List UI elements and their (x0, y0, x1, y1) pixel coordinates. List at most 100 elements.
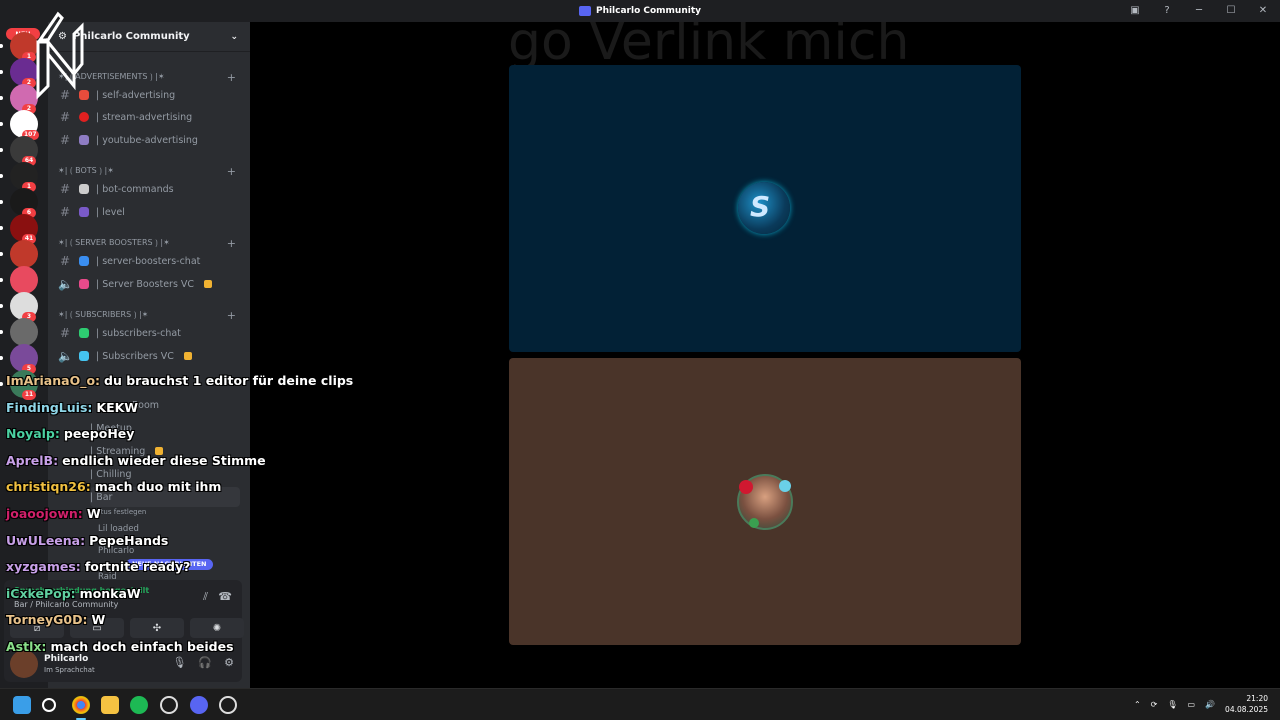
chat-message: xyzgames: fortnite ready? (6, 559, 190, 574)
sync-icon[interactable]: ⟳ (1151, 700, 1158, 709)
user-avatar[interactable] (10, 650, 38, 678)
channel-label: | self-advertising (96, 89, 176, 101)
soundboard-icon: ✺ (212, 622, 222, 634)
tray-microphone-icon[interactable]: 🎙 (1167, 700, 1177, 709)
chat-username: FindingLuis: (6, 399, 93, 415)
chat-username: christiqn26: (6, 479, 91, 495)
channel-self-advertising[interactable]: # | self-advertising (58, 85, 240, 105)
channel-stream-advertising[interactable]: # | stream-advertising (58, 107, 240, 127)
user-status: Im Sprachchat (44, 666, 95, 674)
ticket-icon (79, 328, 89, 338)
category-advertisements[interactable]: ✶| ⟮ ADVERTISEMENTS ⟯ |✶ + (58, 70, 240, 84)
user-controls: 🎙 🎧 ⚙ (172, 656, 234, 669)
server-unread-pip (0, 252, 3, 256)
green-flower-icon (749, 518, 759, 528)
chat-text: mach doch einfach beides (50, 639, 234, 654)
chat-username: UwULeena: (6, 532, 86, 548)
help-icon[interactable]: ? (1160, 3, 1174, 17)
steam-icon[interactable] (160, 696, 178, 714)
channel-server-boosters-vc[interactable]: 🔈 | Server Boosters VC (58, 274, 240, 294)
server-icon[interactable] (10, 240, 38, 268)
participant-avatar-1: S (738, 182, 790, 234)
chat-username: Noyalp: (6, 426, 60, 442)
server-unread-pip (0, 174, 3, 178)
chat-message: UwULeena: PepeHands (6, 533, 168, 548)
category-server-boosters[interactable]: ✶| ⟮ SERVER BOOSTERS ⟯ |✶ + (58, 236, 240, 250)
channel-label: | stream-advertising (96, 111, 193, 123)
channel-label: | server-boosters-chat (96, 255, 201, 267)
hash-icon: # (59, 182, 71, 196)
participant-tile-2[interactable] (509, 358, 1021, 645)
speaker-icon: 🔈 (58, 349, 73, 363)
disconnect-icon[interactable]: ☎ (218, 590, 232, 603)
maximize-button[interactable]: ☐ (1224, 3, 1238, 17)
category-label: ✶| ⟮ SUBSCRIBERS ⟯ |✶ (58, 310, 149, 319)
red-circle-icon (79, 112, 89, 122)
add-channel-icon[interactable]: + (227, 165, 236, 178)
lock-icon (204, 280, 213, 288)
channel-label: | level (96, 206, 125, 218)
server-unread-pip (0, 200, 3, 204)
channel-label: | bot-commands (96, 183, 174, 195)
participant-tile-1[interactable]: S (509, 65, 1021, 352)
chat-text: fortnite ready? (84, 559, 191, 575)
windows-start-icon[interactable] (13, 696, 31, 714)
channel-youtube-advertising[interactable]: # | youtube-advertising (58, 130, 240, 150)
hash-icon: # (59, 110, 71, 124)
tray-overflow-icon[interactable]: ⌃ (1134, 700, 1141, 709)
category-bots[interactable]: ✶| ⟮ BOTS ⟯ |✶ + (58, 164, 240, 178)
volume-icon[interactable]: 🔊 (1205, 700, 1215, 709)
chat-message: ImArianaO_o: du brauchst 1 editor für dei… (6, 373, 353, 388)
channel-subscribers-vc[interactable]: 🔈 | Subscribers VC (58, 346, 240, 366)
channel-subscribers-chat[interactable]: # | subscribers-chat (58, 323, 240, 343)
chat-username: AprelB: (6, 452, 59, 468)
discord-icon[interactable] (190, 696, 208, 714)
chatgpt-icon[interactable] (219, 696, 237, 714)
add-channel-icon[interactable]: + (227, 237, 236, 250)
network-icon[interactable]: ▭ (1188, 700, 1196, 709)
voice-stage: go Verlink mich S (250, 22, 1280, 688)
clock-date: 04.08.2025 (1225, 705, 1268, 714)
close-button[interactable]: ✕ (1256, 3, 1270, 17)
noise-suppression-icon[interactable]: ⫽ (203, 590, 208, 604)
soundboard-button[interactable]: ✺ (190, 618, 244, 638)
server-unread-pip (0, 356, 3, 360)
chat-text: endlich wieder diese Stimme (62, 452, 266, 468)
headphones-icon[interactable]: 🎧 (198, 656, 212, 669)
channel-label: | Chilling (90, 468, 132, 480)
channel-bot-commands[interactable]: # | bot-commands (58, 179, 240, 199)
user-settings-icon[interactable]: ⚙ (224, 656, 234, 669)
activities-icon: ✣ (152, 622, 162, 634)
chat-message: iCxkePop: monkaW (6, 586, 141, 601)
channel-level[interactable]: # | level (58, 202, 240, 222)
channel-label: | youtube-advertising (96, 134, 198, 146)
file-explorer-icon[interactable] (101, 696, 119, 714)
add-channel-icon[interactable]: + (227, 71, 236, 84)
streamer-logo-overlay (36, 11, 84, 100)
chat-text: mach duo mit ihm (94, 479, 222, 495)
chat-text: du brauchst 1 editor für deine clips (104, 373, 354, 388)
search-icon[interactable] (42, 698, 56, 712)
category-subscribers[interactable]: ✶| ⟮ SUBSCRIBERS ⟯ |✶ + (58, 308, 240, 322)
window-title-group: Philcarlo Community (578, 6, 701, 16)
server-icon[interactable] (10, 266, 38, 294)
microphone-icon[interactable]: 🎙 (172, 656, 186, 669)
server-unread-pip (0, 122, 3, 126)
minimize-button[interactable]: ─ (1192, 3, 1206, 17)
activities-button[interactable]: ✣ (130, 618, 184, 638)
channel-server-boosters-chat[interactable]: # | server-boosters-chat (58, 251, 240, 271)
spotify-icon[interactable] (130, 696, 148, 714)
add-channel-icon[interactable]: + (227, 309, 236, 322)
clock[interactable]: 21:20 04.08.2025 (1225, 693, 1268, 715)
server-unread-pip (0, 278, 3, 282)
window-titlebar: Philcarlo Community ▣ ? ─ ☐ ✕ (0, 0, 1280, 22)
category-label: ✶| ⟮ SERVER BOOSTERS ⟯ |✶ (58, 238, 170, 247)
voice-channel-label[interactable]: Bar / Philcarlo Community (14, 600, 118, 609)
window-controls: ▣ ? ─ ☐ ✕ (1128, 3, 1270, 17)
chat-message: FindingLuis: KEKW (6, 400, 138, 415)
chrome-icon[interactable] (72, 696, 90, 720)
server-icon[interactable] (10, 318, 38, 346)
inbox-icon[interactable]: ▣ (1128, 3, 1142, 17)
chat-username: xyzgames: (6, 559, 81, 575)
server-unread-pip (0, 226, 3, 230)
